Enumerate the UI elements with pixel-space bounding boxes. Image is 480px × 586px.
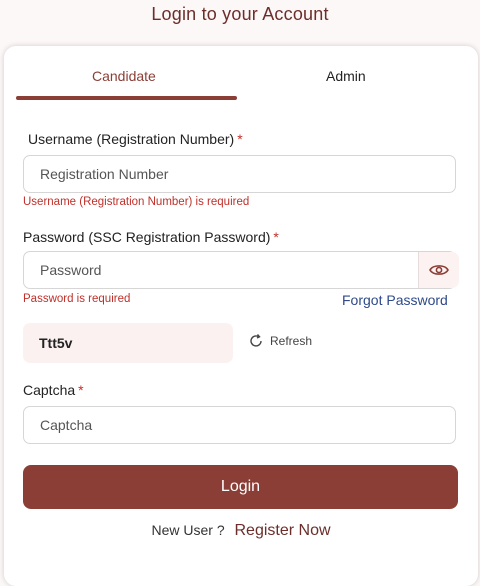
username-label: Username (Registration Number) * [28, 131, 243, 147]
username-error: Username (Registration Number) is requir… [23, 196, 250, 208]
refresh-icon [250, 334, 262, 347]
eye-icon [429, 265, 449, 275]
captcha-code: Ttt5v [23, 323, 233, 363]
register-now-link[interactable]: Register Now [235, 522, 331, 539]
captcha-input[interactable] [23, 406, 456, 444]
captcha-refresh-button[interactable]: Refresh [248, 333, 312, 349]
password-label-text: Password (SSC Registration Password) [23, 229, 271, 245]
username-input[interactable] [23, 155, 456, 193]
password-required-mark: * [273, 229, 279, 245]
captcha-required-mark: * [78, 382, 84, 398]
username-label-text: Username (Registration Number) [28, 131, 235, 147]
password-visibility-toggle[interactable] [418, 252, 459, 288]
captcha-label-text: Captcha [23, 382, 76, 398]
login-tabs: Candidate Admin [4, 46, 478, 102]
password-input[interactable] [23, 251, 456, 289]
password-error: Password is required [23, 293, 131, 305]
page-title: Login to your Account [151, 4, 329, 24]
new-user-prompt: New User ? [151, 522, 225, 538]
captcha-label: Captcha * [23, 382, 84, 398]
password-label: Password (SSC Registration Password) * [23, 229, 279, 245]
register-row: New User ? Register Now [4, 522, 478, 540]
username-required-mark: * [237, 131, 243, 147]
login-card: Candidate Admin Username (Registration N… [4, 46, 478, 586]
forgot-password-link[interactable]: Forgot Password [342, 292, 448, 308]
refresh-label: Refresh [270, 334, 313, 348]
tab-admin[interactable]: Admin [326, 68, 366, 84]
active-tab-indicator [16, 96, 237, 100]
tab-candidate[interactable]: Candidate [92, 68, 156, 84]
login-button[interactable]: Login [23, 465, 458, 509]
